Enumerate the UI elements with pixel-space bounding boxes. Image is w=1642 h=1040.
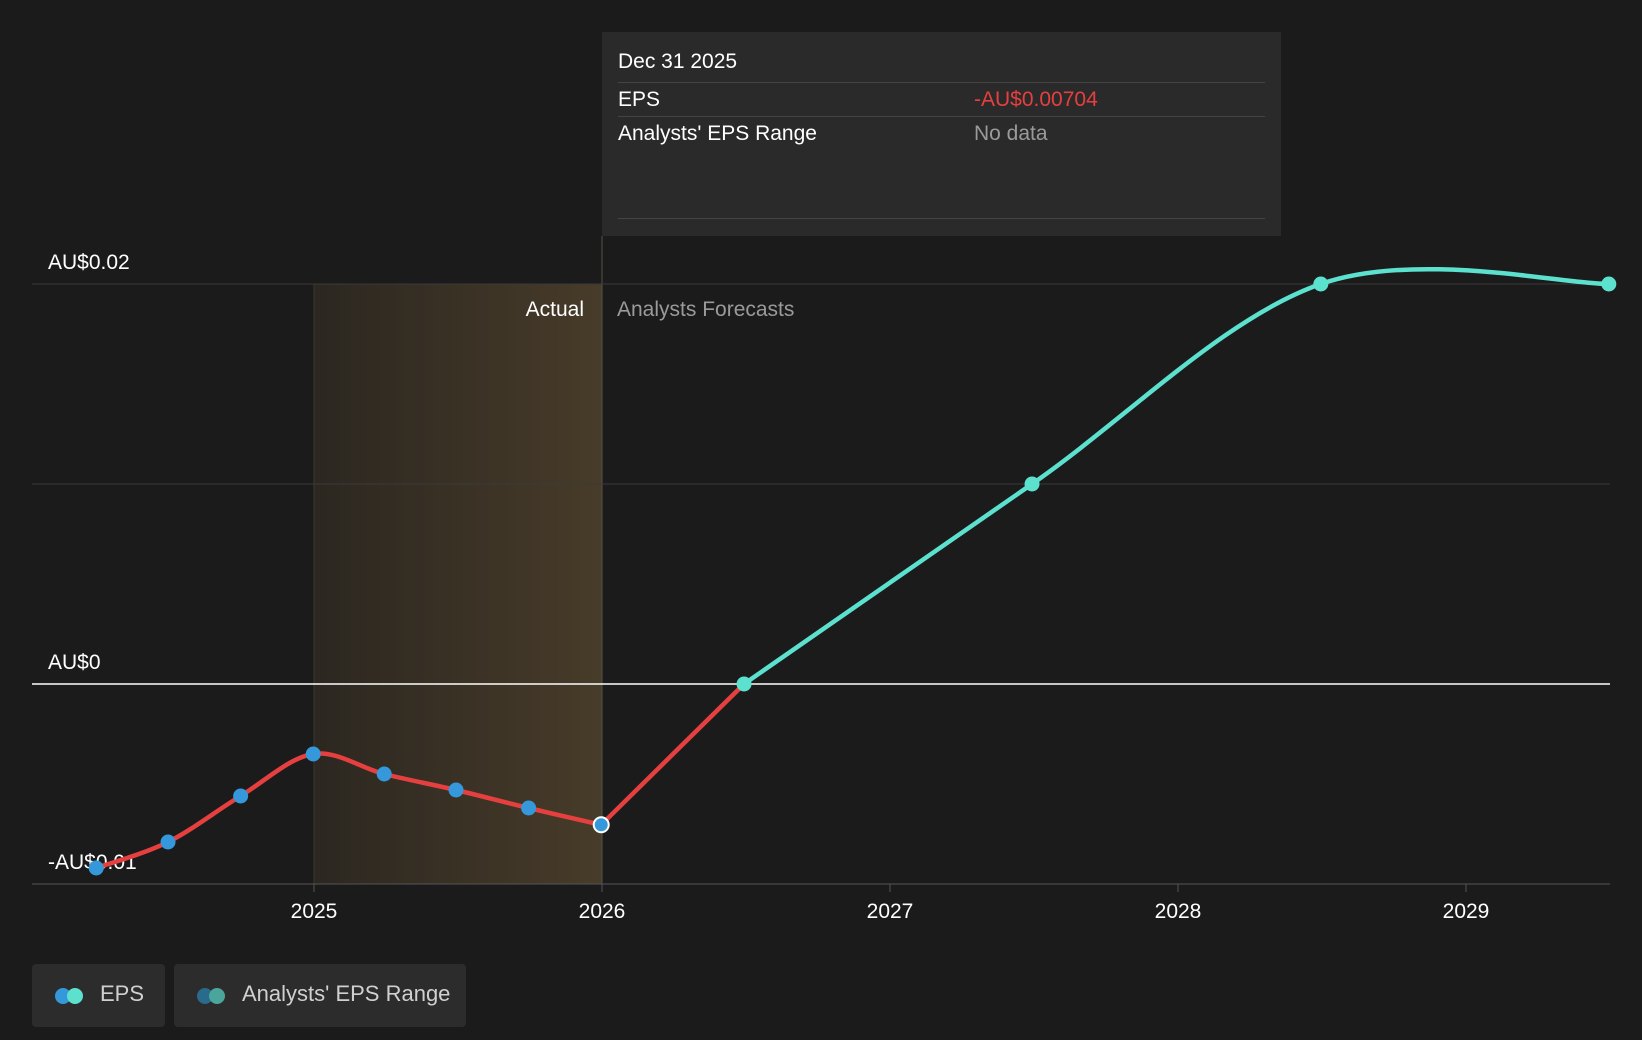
eps-actual-point [233, 788, 249, 804]
tooltip-range-value: No data [974, 122, 1048, 145]
tooltip-row-range: Analysts' EPS Range No data [618, 116, 1265, 151]
actual-annotation: Actual [526, 298, 584, 321]
tooltip-divider [618, 218, 1265, 219]
legend-range-button[interactable]: Analysts' EPS Range [174, 964, 466, 1027]
tooltip-date: Dec 31 2025 [618, 50, 738, 73]
eps-forecast-point [1313, 276, 1329, 292]
eps-actual-point [88, 860, 104, 876]
tooltip-range-label: Analysts' EPS Range [618, 122, 817, 145]
y-tick-label: AU$0 [48, 651, 101, 674]
eps-forecast-point [1601, 276, 1617, 292]
x-tick-label: 2026 [579, 900, 626, 923]
x-tick-label: 2028 [1155, 900, 1202, 923]
eps-actual-point [448, 782, 464, 798]
x-tick-label: 2029 [1443, 900, 1490, 923]
eps-forecast-point [736, 676, 752, 692]
eps-actual-point [376, 766, 392, 782]
legend-range-label: Analysts' EPS Range [242, 981, 451, 1006]
eps-forecast-line-positive [741, 266, 1612, 687]
tooltip-row-eps: EPS -AU$0.00704 [618, 82, 1265, 117]
x-tick-label: 2027 [867, 900, 914, 923]
eps-actual-point-hovered [592, 816, 610, 834]
forecast-annotation: Analysts Forecasts [617, 298, 794, 321]
eps-actual-point [521, 800, 537, 816]
y-tick-label: AU$0.02 [48, 251, 130, 274]
legend-eps-label: EPS [100, 981, 145, 1006]
x-tick-label: 2025 [291, 900, 338, 923]
tooltip-eps-label: EPS [618, 88, 661, 111]
eps-actual-point [305, 746, 321, 762]
range-high-dot-icon [209, 988, 225, 1004]
legend-eps-button[interactable]: EPS [32, 964, 165, 1027]
eps-forecast-point [1024, 476, 1040, 492]
tooltip: Dec 31 2025 EPS -AU$0.00704 Analysts' EP… [602, 32, 1281, 236]
eps-forecast-line-negative [598, 681, 747, 828]
eps-forecast-dot-icon [67, 988, 83, 1004]
tooltip-eps-value: -AU$0.00704 [974, 88, 1098, 111]
eps-actual-point [160, 834, 176, 850]
